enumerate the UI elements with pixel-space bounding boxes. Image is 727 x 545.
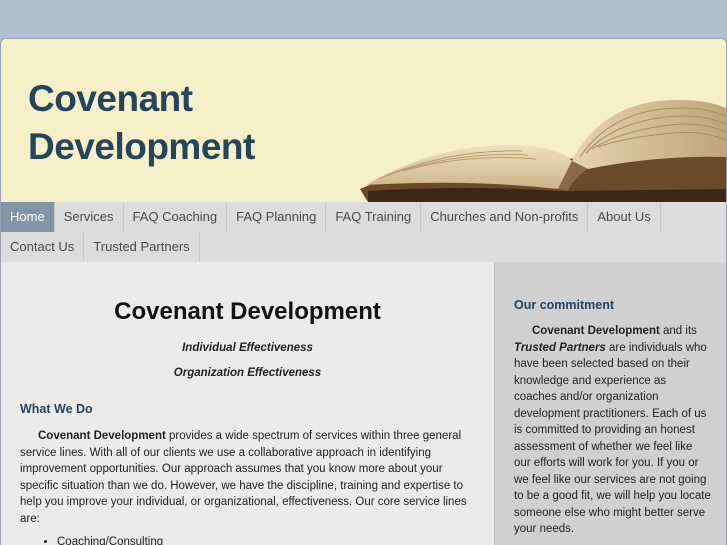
nav-row-2: Contact Us Trusted Partners — [1, 232, 200, 262]
nav-item-home[interactable]: Home — [1, 202, 55, 232]
main-content: Covenant Development Individual Effectiv… — [1, 262, 494, 545]
tagline-organization: Organization Effectiveness — [173, 367, 322, 379]
commitment-text-1: and its — [659, 325, 697, 337]
nav-item-contact-us[interactable]: Contact Us — [1, 232, 85, 262]
site-title[interactable]: Covenant Development — [28, 75, 255, 171]
main-navigation: Home Services FAQ Coaching FAQ Planning … — [1, 202, 726, 262]
list-item: Coaching/Consulting — [57, 536, 163, 545]
open-book-image — [360, 100, 726, 202]
nav-item-faq-training[interactable]: FAQ Training — [326, 202, 422, 232]
site-title-line2: Development — [28, 126, 255, 167]
nav-item-faq-coaching[interactable]: FAQ Coaching — [124, 202, 228, 232]
trusted-partners-link[interactable]: Trusted Partners — [514, 342, 606, 354]
intro-bold-name: Covenant Development — [38, 430, 166, 442]
our-commitment-heading: Our commitment — [514, 298, 615, 312]
commitment-bold-name: Covenant Development — [532, 325, 660, 337]
service-lines-list: Coaching/Consulting — [39, 536, 163, 545]
nav-item-churches-non-profits[interactable]: Churches and Non-profits — [421, 202, 589, 232]
nav-item-services[interactable]: Services — [55, 202, 124, 232]
nav-item-trusted-partners[interactable]: Trusted Partners — [84, 232, 200, 262]
commitment-paragraph: Covenant Development and its Trusted Par… — [514, 323, 712, 538]
site-header: Covenant Development — [1, 39, 726, 202]
nav-item-faq-planning[interactable]: FAQ Planning — [227, 202, 327, 232]
commitment-text-2: are individuals who have been selected b… — [514, 341, 711, 536]
site-title-line1: Covenant — [28, 78, 193, 119]
page-container: Covenant Development Home Services FAQ C… — [0, 38, 727, 545]
what-we-do-heading: What We Do — [20, 402, 93, 416]
nav-item-about-us[interactable]: About Us — [588, 202, 661, 232]
intro-paragraph: Covenant Development provides a wide spe… — [20, 428, 478, 527]
intro-text: provides a wide spectrum of services wit… — [20, 430, 467, 525]
nav-row-1: Home Services FAQ Coaching FAQ Planning … — [1, 202, 661, 232]
tagline-individual: Individual Effectiveness — [182, 342, 313, 354]
page-title: Covenant Development — [114, 298, 381, 325]
sidebar: Our commitment Covenant Development and … — [494, 262, 726, 545]
